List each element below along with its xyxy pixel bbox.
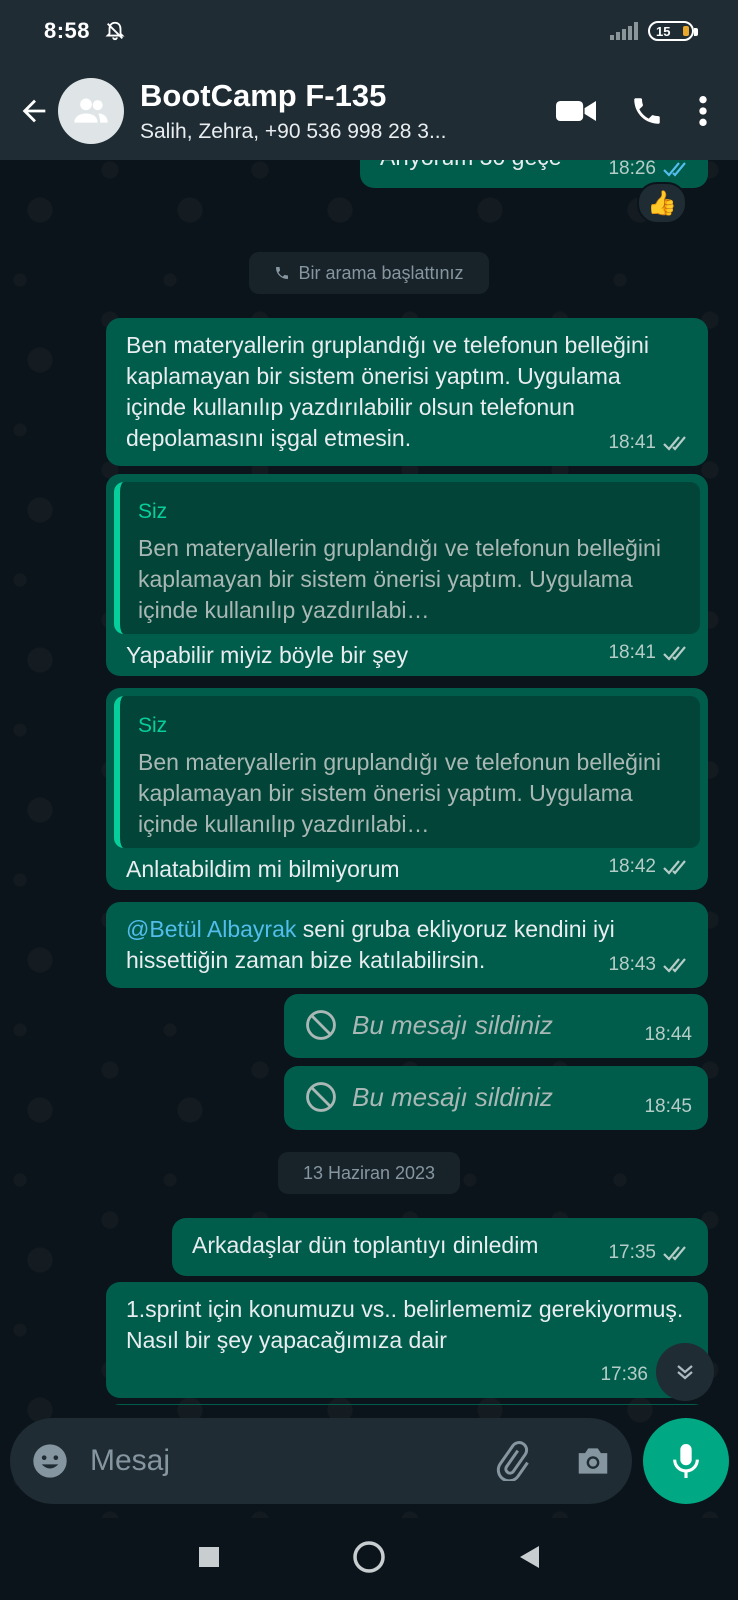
deleted-icon bbox=[306, 1010, 336, 1040]
message-bubble[interactable] bbox=[106, 1404, 708, 1405]
deleted-text: Bu mesajı sildiniz bbox=[352, 1081, 553, 1112]
deleted-message-bubble[interactable]: Bu mesajı sildiniz 18:45 bbox=[284, 1066, 708, 1130]
recents-square-icon[interactable] bbox=[197, 1545, 221, 1574]
voice-record-button[interactable] bbox=[643, 1418, 729, 1504]
deleted-text: Bu mesajı sildiniz bbox=[352, 1009, 553, 1040]
date-text: 13 Haziran 2023 bbox=[302, 1162, 436, 1183]
group-avatar[interactable] bbox=[58, 78, 124, 144]
message-bubble[interactable]: @Betül Albayrak seni gruba ekliyoruz ken… bbox=[106, 902, 708, 988]
reply-message-bubble[interactable]: Siz Ben materyallerin gruplandığı ve tel… bbox=[106, 474, 708, 676]
message-input[interactable] bbox=[90, 1444, 460, 1478]
voice-call-icon[interactable] bbox=[630, 94, 664, 128]
message-text: Anlatabildim mi bilmiyorum bbox=[126, 856, 400, 882]
delivered-receipt-icon bbox=[663, 957, 686, 973]
microphone-icon bbox=[673, 1444, 699, 1478]
back-triangle-icon[interactable] bbox=[517, 1544, 541, 1575]
system-nav-bar bbox=[0, 1518, 738, 1600]
double-chevron-down-icon bbox=[677, 1365, 693, 1380]
reply-message-bubble[interactable]: Siz Ben materyallerin gruplandığı ve tel… bbox=[106, 688, 708, 890]
thumbs-up-icon: 👍 bbox=[647, 189, 677, 217]
video-call-icon[interactable] bbox=[556, 96, 596, 126]
message-time: 18:41 bbox=[608, 432, 656, 453]
message-time: 17:36 bbox=[600, 1364, 648, 1385]
signal-icon bbox=[610, 22, 638, 40]
status-time: 8:58 bbox=[44, 18, 91, 43]
date-divider: 13 Haziran 2023 bbox=[278, 1152, 460, 1194]
message-bubble[interactable]: Ben materyallerin gruplandığı ve telefon… bbox=[106, 318, 708, 466]
call-notice-text: Bir arama başlattınız bbox=[298, 262, 464, 283]
message-time: 18:42 bbox=[608, 856, 656, 877]
deleted-icon bbox=[306, 1082, 336, 1112]
back-arrow-icon[interactable] bbox=[12, 89, 56, 133]
scroll-to-bottom-button[interactable] bbox=[656, 1343, 714, 1401]
read-receipt-icon bbox=[663, 161, 686, 177]
quote-author: Siz bbox=[138, 714, 168, 737]
quote-author: Siz bbox=[138, 500, 168, 523]
deleted-message-bubble[interactable]: Bu mesajı sildiniz 18:44 bbox=[284, 994, 708, 1058]
chat-title-area[interactable]: BootCamp F-135 Salih, Zehra, +90 536 998… bbox=[140, 78, 500, 144]
attach-paperclip-icon[interactable] bbox=[492, 1441, 532, 1481]
message-time: 18:45 bbox=[644, 1096, 692, 1117]
mute-bell-icon bbox=[105, 21, 125, 41]
call-notice[interactable]: Bir arama başlattınız bbox=[249, 252, 489, 294]
emoji-icon[interactable] bbox=[30, 1441, 70, 1481]
camera-icon[interactable] bbox=[574, 1442, 612, 1480]
message-time: 18:41 bbox=[608, 642, 656, 663]
delivered-receipt-icon bbox=[663, 435, 686, 451]
group-name: BootCamp F-135 bbox=[140, 78, 387, 113]
status-bar: 8:58 15 bbox=[0, 0, 738, 62]
message-time: 18:43 bbox=[608, 954, 656, 975]
message-time: 18:26 bbox=[608, 160, 656, 179]
battery-level: 15 bbox=[656, 23, 671, 39]
message-text: Yapabilir miyiz böyle bir şey bbox=[126, 642, 409, 668]
quoted-message[interactable]: Siz Ben materyallerin gruplandığı ve tel… bbox=[114, 482, 700, 634]
delivered-receipt-icon bbox=[663, 645, 686, 661]
chat-header: BootCamp F-135 Salih, Zehra, +90 536 998… bbox=[0, 62, 738, 160]
delivered-receipt-icon bbox=[663, 1245, 686, 1261]
more-options-icon[interactable] bbox=[698, 94, 708, 128]
delivered-receipt-icon bbox=[663, 859, 686, 875]
message-text: 1.sprint için konumuzu vs.. belirlememiz… bbox=[126, 1296, 684, 1353]
message-text: Arıyorum 30 geçe bbox=[380, 160, 562, 173]
message-bubble[interactable]: 1.sprint için konumuzu vs.. belirlememiz… bbox=[106, 1282, 708, 1398]
mention-link[interactable]: @Betül Albayrak bbox=[126, 916, 296, 942]
message-text: Arkadaşlar dün toplantıyı dinledim bbox=[192, 1232, 539, 1258]
phone-icon bbox=[276, 267, 289, 279]
message-time: 17:35 bbox=[608, 1242, 656, 1263]
message-list[interactable]: Arıyorum 30 geçe 18:26 👍 Bir arama başla… bbox=[0, 160, 738, 1405]
message-bubble[interactable]: Arkadaşlar dün toplantıyı dinledim 17:35 bbox=[172, 1218, 708, 1276]
group-members: Salih, Zehra, +90 536 998 28 3... bbox=[140, 120, 447, 143]
reaction-badge[interactable]: 👍 bbox=[637, 182, 687, 224]
message-composer bbox=[10, 1418, 632, 1504]
group-icon bbox=[74, 98, 108, 123]
quote-text: Ben materyallerin gruplandığı ve telefon… bbox=[138, 749, 661, 837]
message-text: Ben materyallerin gruplandığı ve telefon… bbox=[126, 332, 649, 451]
message-text: @Betül Albayrak seni gruba ekliyoruz ken… bbox=[126, 914, 686, 976]
home-circle-icon[interactable] bbox=[351, 1539, 387, 1580]
message-time: 18:44 bbox=[644, 1024, 692, 1045]
quote-text: Ben materyallerin gruplandığı ve telefon… bbox=[138, 535, 661, 623]
battery-icon: 15 bbox=[648, 21, 698, 41]
quoted-message[interactable]: Siz Ben materyallerin gruplandığı ve tel… bbox=[114, 696, 700, 848]
